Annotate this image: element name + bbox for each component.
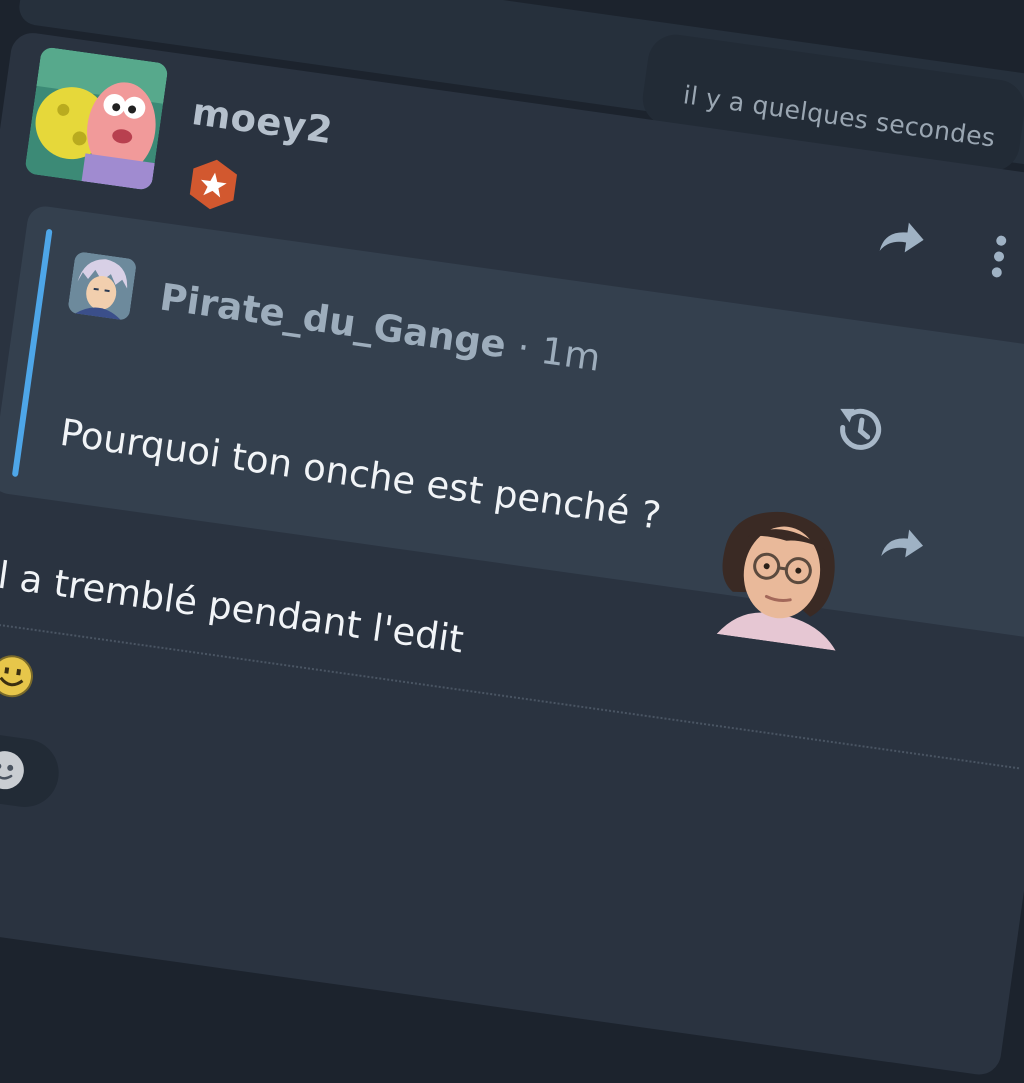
reactions-divider xyxy=(0,621,1020,770)
add-reaction-icon xyxy=(0,751,24,790)
quote-accent-bar xyxy=(11,228,53,478)
message-body: il a tremblé pendant l'edit xyxy=(0,552,467,662)
more-vertical-icon[interactable] xyxy=(988,233,1009,284)
author-username[interactable]: moey2 xyxy=(189,90,335,152)
quote-author-avatar[interactable] xyxy=(67,250,138,322)
add-reaction-button[interactable] xyxy=(0,728,64,812)
star-badge-icon xyxy=(183,154,244,215)
avatar-image xyxy=(24,46,169,191)
share-arrow-icon[interactable] xyxy=(874,215,928,267)
quote-time: 1m xyxy=(538,328,604,380)
quote-author-name[interactable]: Pirate_du_Gange xyxy=(157,275,508,366)
quote-separator: · xyxy=(514,325,533,370)
post-card: moey2 Pirate_du_Gange · 1m Pourquoi ton … xyxy=(0,30,1024,1078)
history-icon[interactable] xyxy=(831,401,890,464)
avatar[interactable] xyxy=(24,46,169,191)
post-stage: il y a quelques secondes moey2 Pirate_du… xyxy=(0,0,1024,1078)
quote-header: Pirate_du_Gange · 1m xyxy=(157,275,603,379)
share-arrow-icon[interactable] xyxy=(876,522,928,572)
smiley-icon[interactable] xyxy=(0,651,37,705)
quote-avatar-image xyxy=(67,250,138,322)
sticker-emote xyxy=(697,493,865,653)
quote-body: Pourquoi ton onche est penché ? xyxy=(57,410,664,538)
